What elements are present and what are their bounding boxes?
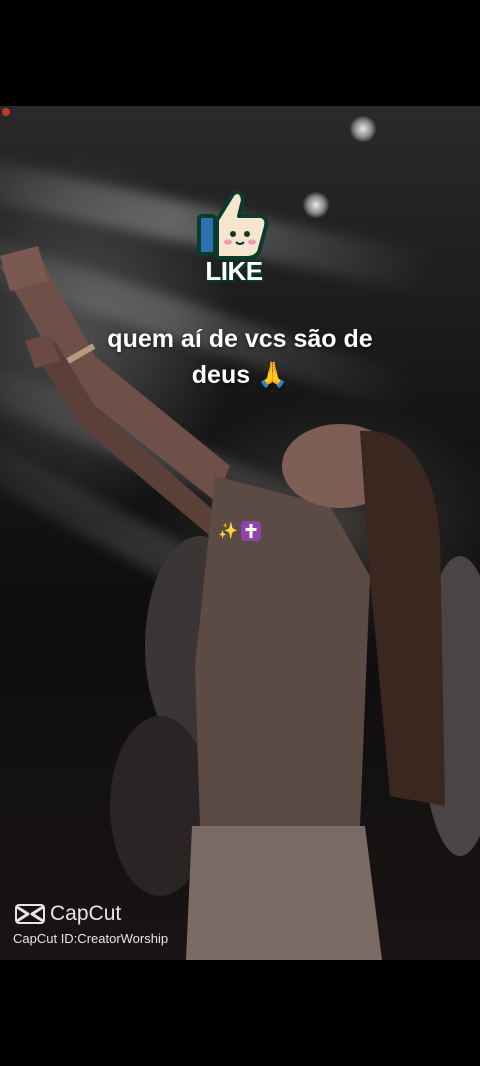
screen: LIKE quem aí de vcs são de deus 🙏 ✨ CapC… — [0, 0, 480, 1066]
capcut-brand: CapCut — [50, 902, 122, 925]
capcut-icon — [15, 904, 45, 924]
video-caption: quem aí de vcs são de deus 🙏 — [0, 321, 480, 393]
capcut-watermark: CapCut — [14, 902, 121, 926]
caption-line-1: quem aí de vcs são de — [107, 325, 373, 353]
capcut-id-text: CapCut ID:CreatorWorship — [13, 931, 169, 946]
video-player[interactable]: LIKE quem aí de vcs são de deus 🙏 ✨ CapC… — [0, 106, 480, 960]
caption-line-2: deus 🙏 — [191, 361, 289, 389]
sparkles-icon: ✨ — [218, 523, 238, 540]
like-label: LIKE — [205, 256, 263, 286]
thumbs-up-icon — [197, 190, 269, 260]
latin-cross-icon — [241, 521, 261, 541]
